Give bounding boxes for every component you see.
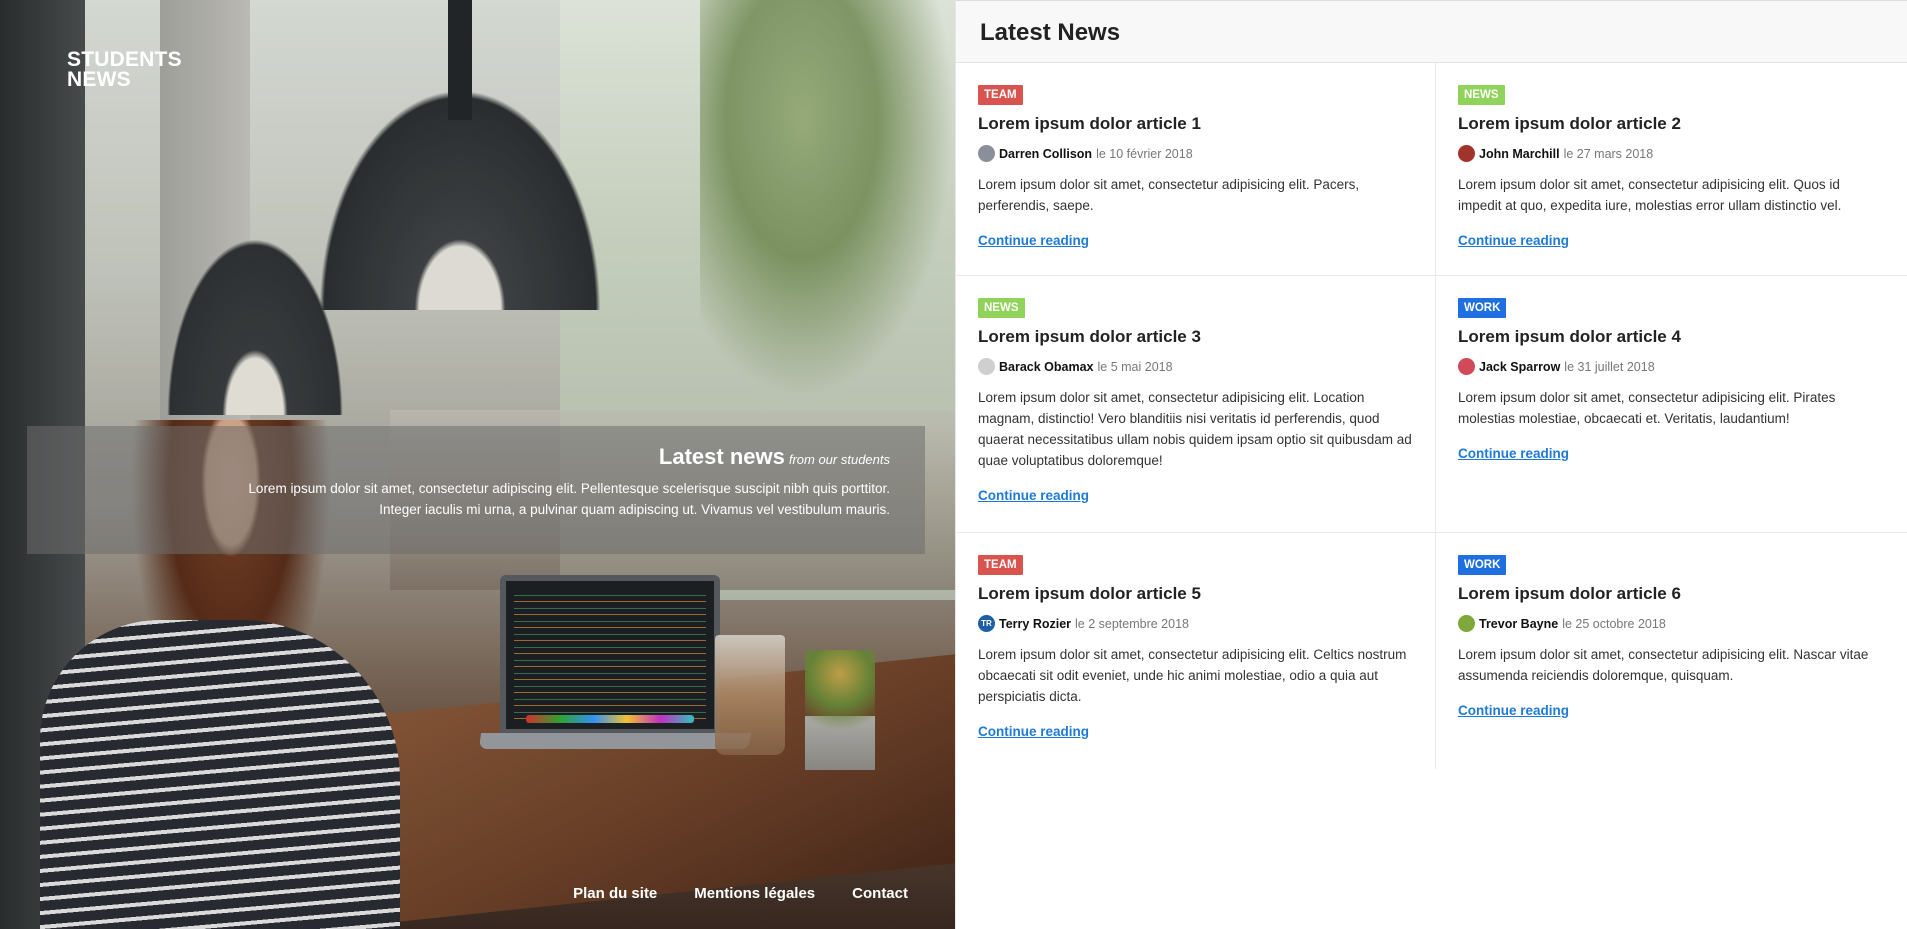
article-title[interactable]: Lorem ipsum dolor article 1 — [978, 114, 1413, 134]
author-name[interactable]: Terry Rozier — [999, 617, 1071, 631]
page: STUDENTS NEWS Latest news from our studen… — [0, 0, 1907, 929]
news-heading: Latest News — [980, 19, 1121, 46]
continue-reading-link[interactable]: Continue reading — [1458, 703, 1569, 718]
article-title[interactable]: Lorem ipsum dolor article 4 — [1458, 327, 1886, 347]
category-badge[interactable]: NEWS — [978, 298, 1025, 318]
hero-subtitle: from our students — [788, 452, 890, 467]
hero-panel: STUDENTS NEWS Latest news from our studen… — [0, 0, 955, 929]
author-avatar: TR — [978, 615, 995, 632]
article-date: le 31 juillet 2018 — [1564, 359, 1655, 374]
hero-caption: Latest news from our students Lorem ipsum… — [27, 426, 925, 554]
footer-link-contact[interactable]: Contact — [852, 885, 908, 902]
article-card: NEWS Lorem ipsum dolor article 2 John Ma… — [1436, 63, 1907, 276]
footer-link-legal[interactable]: Mentions légales — [694, 885, 815, 902]
author-avatar — [1458, 615, 1475, 632]
article-title[interactable]: Lorem ipsum dolor article 3 — [978, 327, 1413, 347]
article-date: le 27 mars 2018 — [1563, 146, 1654, 161]
article-meta: Barack Obamax le 5 mai 2018 — [978, 358, 1413, 375]
hero-description-line-1: Lorem ipsum dolor sit amet, consectetur … — [248, 481, 890, 496]
article-meta: Trevor Bayne le 25 octobre 2018 — [1458, 615, 1886, 632]
author-avatar — [1458, 358, 1475, 375]
news-grid: TEAM Lorem ipsum dolor article 1 Darren … — [956, 63, 1907, 769]
article-date: le 25 octobre 2018 — [1562, 616, 1666, 631]
article-date: le 10 février 2018 — [1096, 146, 1193, 161]
continue-reading-link[interactable]: Continue reading — [978, 488, 1089, 503]
author-name[interactable]: John Marchill — [1479, 147, 1560, 161]
article-card: TEAM Lorem ipsum dolor article 5 TR Terr… — [956, 533, 1436, 769]
article-meta: Darren Collison le 10 février 2018 — [978, 145, 1413, 162]
site-logo[interactable]: STUDENTS NEWS — [67, 48, 182, 91]
article-title[interactable]: Lorem ipsum dolor article 2 — [1458, 114, 1886, 134]
footer-link-sitemap[interactable]: Plan du site — [573, 885, 657, 902]
author-avatar — [1458, 145, 1475, 162]
news-panel: Latest News TEAM Lorem ipsum dolor artic… — [955, 0, 1907, 929]
article-date: le 2 septembre 2018 — [1075, 616, 1189, 631]
logo-line-2: NEWS — [67, 68, 131, 91]
article-card: WORK Lorem ipsum dolor article 4 Jack Sp… — [1436, 276, 1907, 533]
article-card: TEAM Lorem ipsum dolor article 1 Darren … — [956, 63, 1436, 276]
category-badge[interactable]: TEAM — [978, 555, 1023, 575]
category-badge[interactable]: NEWS — [1458, 85, 1505, 105]
continue-reading-link[interactable]: Continue reading — [978, 233, 1089, 248]
article-excerpt: Lorem ipsum dolor sit amet, consectetur … — [978, 647, 1407, 704]
article-meta: TR Terry Rozier le 2 septembre 2018 — [978, 615, 1413, 632]
author-avatar — [978, 358, 995, 375]
author-name[interactable]: Trevor Bayne — [1479, 617, 1558, 631]
logo-line-1: STUDENTS — [67, 48, 182, 71]
author-avatar — [978, 145, 995, 162]
article-meta: Jack Sparrow le 31 juillet 2018 — [1458, 358, 1886, 375]
article-excerpt: Lorem ipsum dolor sit amet, consectetur … — [978, 177, 1360, 213]
category-badge[interactable]: WORK — [1458, 555, 1507, 575]
article-meta: John Marchill le 27 mars 2018 — [1458, 145, 1886, 162]
category-badge[interactable]: WORK — [1458, 298, 1507, 318]
author-name[interactable]: Darren Collison — [999, 147, 1092, 161]
article-excerpt: Lorem ipsum dolor sit amet, consectetur … — [1458, 390, 1836, 426]
article-title[interactable]: Lorem ipsum dolor article 6 — [1458, 584, 1886, 604]
article-date: le 5 mai 2018 — [1097, 359, 1173, 374]
article-card: WORK Lorem ipsum dolor article 6 Trevor … — [1436, 533, 1907, 769]
article-title[interactable]: Lorem ipsum dolor article 5 — [978, 584, 1413, 604]
hero-title-line: Latest news from our students — [62, 444, 890, 470]
continue-reading-link[interactable]: Continue reading — [978, 724, 1089, 739]
category-badge[interactable]: TEAM — [978, 85, 1023, 105]
hero-description: Lorem ipsum dolor sit amet, consectetur … — [62, 478, 890, 520]
article-excerpt: Lorem ipsum dolor sit amet, consectetur … — [978, 390, 1412, 468]
continue-reading-link[interactable]: Continue reading — [1458, 446, 1569, 461]
article-excerpt: Lorem ipsum dolor sit amet, consectetur … — [1458, 647, 1869, 683]
article-card: NEWS Lorem ipsum dolor article 3 Barack … — [956, 276, 1436, 533]
continue-reading-link[interactable]: Continue reading — [1458, 233, 1569, 248]
author-name[interactable]: Jack Sparrow — [1479, 360, 1560, 374]
hero-title: Latest news — [658, 444, 785, 469]
hero-description-line-2: Integer iaculis mi urna, a pulvinar quam… — [379, 502, 890, 517]
author-name[interactable]: Barack Obamax — [999, 360, 1094, 374]
footer-nav: Plan du site Mentions légales Contact — [573, 885, 908, 902]
article-excerpt: Lorem ipsum dolor sit amet, consectetur … — [1458, 177, 1842, 213]
news-header: Latest News — [956, 0, 1907, 63]
